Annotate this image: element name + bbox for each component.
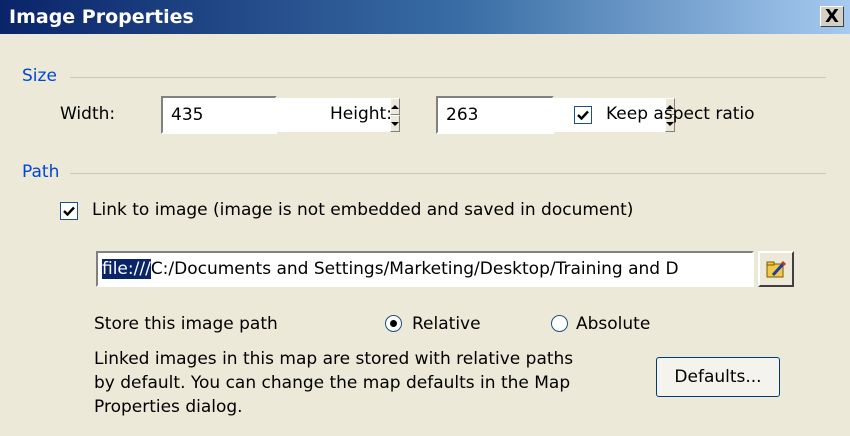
checkmark-icon (63, 206, 75, 217)
description-line: by default. You can change the map defau… (94, 373, 571, 393)
relative-radio-label[interactable]: Relative (412, 314, 481, 334)
path-selected-text: file:/// (102, 259, 151, 279)
size-group-label: Size (22, 66, 57, 86)
title-bar[interactable]: Image Properties X (0, 0, 850, 34)
defaults-button[interactable]: Defaults... (656, 357, 780, 397)
close-icon: X (825, 5, 839, 27)
description-line: Properties dialog. (94, 397, 243, 417)
window-title: Image Properties (9, 6, 194, 28)
path-group-label: Path (22, 162, 60, 182)
link-to-image-checkbox[interactable] (60, 202, 78, 220)
browse-folder-icon (766, 260, 787, 278)
radio-selected-dot (390, 320, 397, 327)
absolute-radio-label[interactable]: Absolute (576, 314, 650, 334)
link-to-image-label[interactable]: Link to image (image is not embedded and… (92, 200, 633, 220)
description-line: Linked images in this map are stored wit… (94, 349, 574, 369)
width-spinner[interactable] (161, 96, 400, 134)
image-path-input[interactable]: file:///C:/Documents and Settings/Market… (96, 251, 754, 287)
absolute-radio[interactable] (551, 315, 568, 332)
path-group-divider (70, 173, 826, 174)
arrow-up-icon (391, 104, 399, 109)
keep-aspect-checkbox[interactable] (574, 106, 592, 124)
keep-aspect-label[interactable]: Keep aspect ratio (606, 104, 755, 124)
height-label: Height: (330, 104, 392, 124)
path-description: Linked images in this map are stored wit… (94, 347, 654, 419)
width-label: Width: (60, 104, 116, 124)
close-button[interactable]: X (820, 6, 844, 27)
relative-radio[interactable] (385, 315, 402, 332)
height-spinner[interactable] (436, 96, 675, 134)
arrow-down-icon (391, 121, 399, 126)
browse-button[interactable] (758, 251, 794, 287)
path-text: C:/Documents and Settings/Marketing/Desk… (150, 259, 679, 279)
size-group-divider (70, 77, 826, 78)
store-path-label: Store this image path (94, 314, 278, 334)
checkmark-icon (577, 110, 589, 121)
